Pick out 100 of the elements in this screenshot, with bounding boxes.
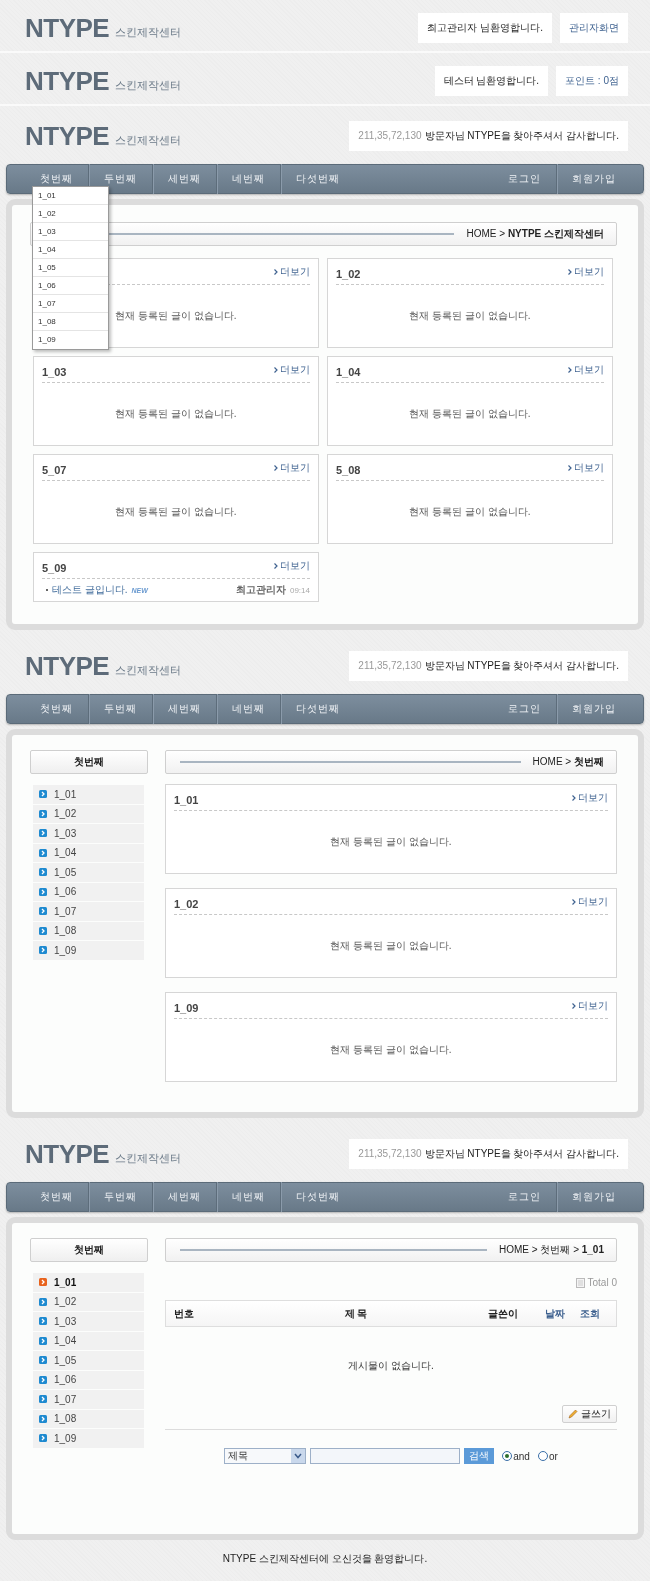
logo-subtitle: 스킨제작센터 (115, 662, 182, 678)
chevron-icon (39, 1356, 47, 1365)
account-link[interactable]: 로그인 (493, 1190, 556, 1204)
sidebar-item[interactable]: 1_04 (33, 1331, 144, 1350)
more-link[interactable]: 더보기 (274, 362, 310, 377)
nav-item[interactable]: 네번째 (217, 702, 280, 716)
nav-item[interactable]: 두번째 (89, 702, 152, 716)
nav-item[interactable]: 네번째 (217, 1190, 280, 1204)
sidebar-item[interactable]: 1_05 (33, 863, 144, 882)
more-link[interactable]: 더보기 (572, 894, 608, 909)
breadcrumb: HOME > NYTPE 스킨제작센터 (466, 227, 604, 241)
sidebar-item[interactable]: 1_05 (33, 1351, 144, 1370)
sidebar-item[interactable]: 1_09 (33, 941, 144, 960)
card-title: 1_09 (174, 1001, 199, 1014)
radio-button[interactable] (502, 1451, 513, 1461)
chevron-icon (39, 848, 47, 857)
dropdown-item[interactable]: 1_08 (33, 313, 108, 331)
more-link[interactable]: 더보기 (274, 264, 310, 279)
search-field-select[interactable]: 제목 (224, 1448, 307, 1464)
logo[interactable]: NTYPE (25, 1140, 110, 1167)
more-link[interactable]: 더보기 (572, 790, 608, 805)
sidebar-title: 첫번째 (30, 1238, 148, 1262)
more-link[interactable]: 더보기 (572, 998, 608, 1013)
pencil-icon (568, 1409, 578, 1419)
logo[interactable]: NTYPE (25, 122, 110, 149)
column-header: 글쓴이 (487, 1306, 519, 1321)
chevron-icon (39, 809, 47, 818)
sort-link[interactable]: 조회 (572, 1306, 608, 1321)
header-link[interactable]: 관리자화면 (560, 12, 628, 43)
ip-address: 211,35,72,130 (358, 1148, 422, 1159)
empty-message: 현재 등록된 글이 없습니다. (330, 1043, 452, 1057)
chevron-icon (39, 1297, 47, 1306)
nav-item[interactable]: 첫번째 (25, 1190, 88, 1204)
account-link[interactable]: 로그인 (493, 172, 556, 186)
sidebar-item[interactable]: 1_06 (33, 1370, 144, 1389)
dropdown-item[interactable]: 1_05 (33, 259, 108, 277)
post-link[interactable]: 테스트 글입니다. (52, 583, 128, 597)
nav-item[interactable]: 다섯번째 (281, 172, 355, 186)
sort-link[interactable]: 날짜 (538, 1306, 572, 1321)
empty-message: 현재 등록된 글이 없습니다. (409, 505, 531, 519)
sidebar-item[interactable]: 1_03 (33, 1312, 144, 1331)
sidebar-item[interactable]: 1_03 (33, 824, 144, 843)
sidebar-item[interactable]: 1_08 (33, 1409, 144, 1428)
chevron-icon (39, 1317, 47, 1326)
nav-item[interactable]: 네번째 (217, 172, 280, 186)
dropdown-item[interactable]: 1_02 (33, 205, 108, 223)
nav-item[interactable]: 두번째 (89, 172, 152, 186)
dropdown-item[interactable]: 1_03 (33, 223, 108, 241)
more-link[interactable]: 더보기 (568, 460, 604, 475)
radio-button[interactable] (537, 1451, 548, 1461)
more-link[interactable]: 더보기 (568, 264, 604, 279)
more-link[interactable]: 더보기 (568, 362, 604, 377)
dropdown-item[interactable]: 1_01 (33, 187, 108, 205)
dropdown-item[interactable]: 1_09 (33, 331, 108, 349)
search-input[interactable] (310, 1448, 461, 1464)
account-link[interactable]: 회원가입 (557, 1190, 631, 1204)
account-link[interactable]: 회원가입 (557, 172, 631, 186)
chevron-icon (39, 1395, 47, 1404)
nav-item[interactable]: 첫번째 (25, 702, 88, 716)
sidebar-item[interactable]: 1_07 (33, 902, 144, 921)
sidebar-item[interactable]: 1_06 (33, 882, 144, 901)
sidebar-item[interactable]: 1_04 (33, 843, 144, 862)
nav-item[interactable]: 다섯번째 (281, 1190, 355, 1204)
empty-message: 현재 등록된 글이 없습니다. (330, 939, 452, 953)
welcome-message: 최고관리자 님환영합니다. (418, 12, 552, 43)
radio-option[interactable]: and (502, 1450, 530, 1462)
post-time: 09:14 (289, 585, 310, 595)
account-link[interactable]: 회원가입 (557, 702, 631, 716)
logo-subtitle: 스킨제작센터 (115, 1150, 182, 1166)
nav-item[interactable]: 세번째 (153, 1190, 216, 1204)
chevron-icon (39, 926, 47, 935)
breadcrumb: HOME > 첫번째 (532, 755, 604, 769)
card-title: 1_04 (336, 365, 361, 378)
logo[interactable]: NTYPE (25, 14, 110, 41)
empty-message: 게시물이 없습니다. (348, 1359, 434, 1373)
empty-message: 현재 등록된 글이 없습니다. (409, 309, 531, 323)
radio-option[interactable]: or (537, 1450, 558, 1462)
header-link[interactable]: 포인트 : 0점 (556, 65, 628, 96)
dropdown-item[interactable]: 1_04 (33, 241, 108, 259)
more-link[interactable]: 더보기 (274, 558, 310, 573)
sidebar-item[interactable]: 1_01 (33, 1273, 144, 1292)
nav-item[interactable]: 두번째 (89, 1190, 152, 1204)
sidebar-item[interactable]: 1_08 (33, 921, 144, 940)
logo[interactable]: NTYPE (25, 67, 110, 94)
account-link[interactable]: 로그인 (493, 702, 556, 716)
nav-item[interactable]: 세번째 (153, 172, 216, 186)
more-link[interactable]: 더보기 (274, 460, 310, 475)
sidebar-item[interactable]: 1_07 (33, 1390, 144, 1409)
sidebar-item[interactable]: 1_01 (33, 785, 144, 804)
dropdown-item[interactable]: 1_06 (33, 277, 108, 295)
welcome-message: 테스터 님환영합니다. (434, 65, 549, 96)
sidebar-item[interactable]: 1_09 (33, 1429, 144, 1448)
dropdown-item[interactable]: 1_07 (33, 295, 108, 313)
logo[interactable]: NTYPE (25, 652, 110, 679)
nav-item[interactable]: 첫번째 (25, 172, 88, 186)
sidebar-item[interactable]: 1_02 (33, 1292, 144, 1311)
nav-item[interactable]: 세번째 (153, 702, 216, 716)
sidebar-item[interactable]: 1_02 (33, 804, 144, 823)
nav-item[interactable]: 다섯번째 (281, 702, 355, 716)
write-button[interactable]: 글쓰기 (562, 1405, 617, 1423)
